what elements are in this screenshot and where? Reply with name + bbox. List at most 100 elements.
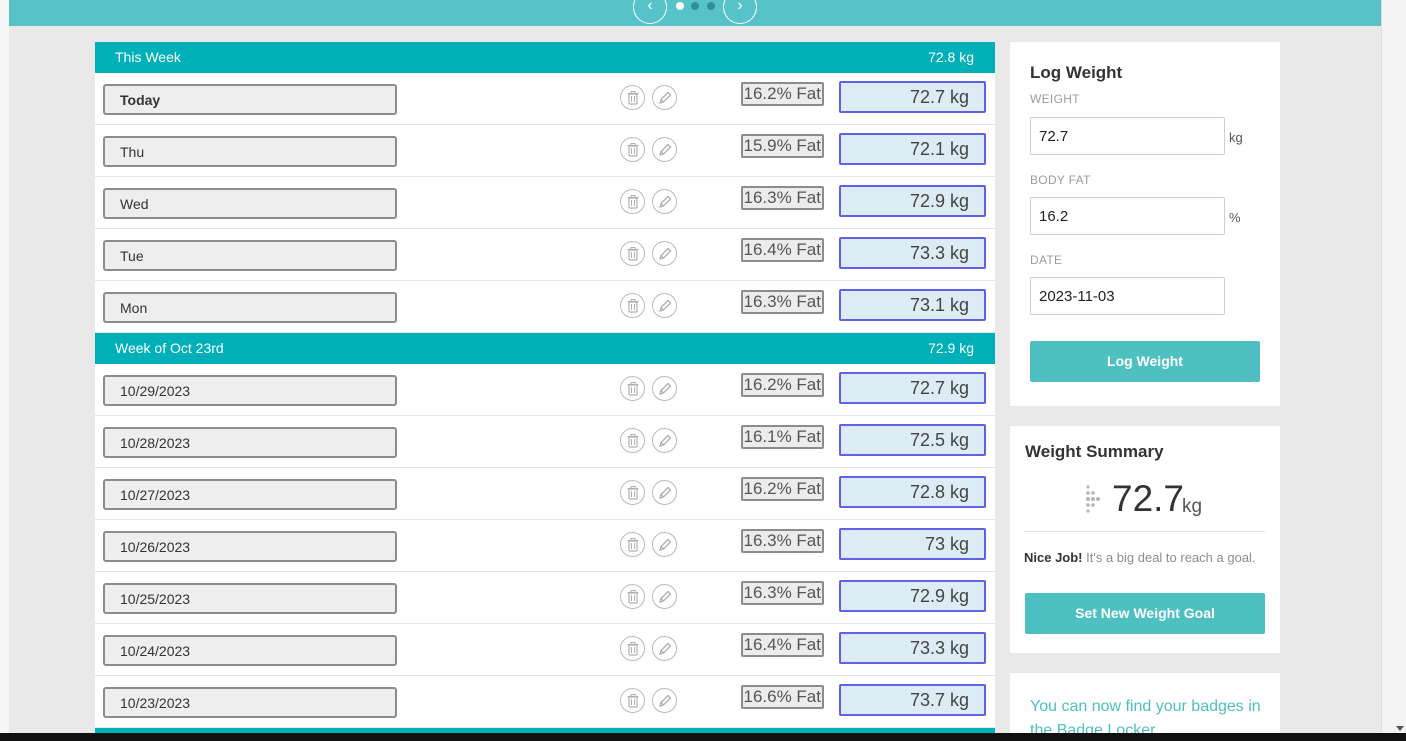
weight-entry-row: Mon 16.3% Fat 73.1 kg: [95, 281, 995, 333]
delete-entry-button[interactable]: [620, 428, 645, 453]
weight-entry-row: 10/24/2023 16.4% Fat 73.3 kg: [95, 624, 995, 676]
entry-date[interactable]: 10/24/2023: [103, 635, 397, 666]
weight-log-list: This Week 72.8 kg Today 16.2% Fat 72.7 kg Thu…: [95, 42, 995, 741]
delete-entry-button[interactable]: [620, 241, 645, 266]
entry-weight[interactable]: 72.7 kg: [839, 372, 986, 404]
edit-entry-button[interactable]: [652, 428, 677, 453]
weight-entry-row: 10/27/2023 16.2% Fat 72.8 kg: [95, 468, 995, 520]
entry-body-fat: 16.1% Fat: [740, 425, 824, 449]
entry-date[interactable]: Today: [103, 84, 397, 115]
entry-weight[interactable]: 73 kg: [839, 528, 986, 560]
edit-entry-button[interactable]: [652, 688, 677, 713]
carousel-dot[interactable]: [691, 2, 699, 10]
delete-entry-button[interactable]: [620, 293, 645, 318]
summary-divider: [1024, 531, 1265, 532]
badge-locker-panel: You can now find your badges in the Badg…: [1010, 673, 1280, 741]
chevron-right-icon: ›: [737, 0, 743, 14]
delete-entry-button[interactable]: [620, 376, 645, 401]
entry-date[interactable]: 10/29/2023: [103, 375, 397, 406]
entry-weight[interactable]: 73.1 kg: [839, 289, 986, 321]
entry-weight[interactable]: 73.3 kg: [839, 237, 986, 269]
weight-summary-panel: Weight Summary 72.7 kg Nice Job! It's a …: [1010, 426, 1280, 653]
entry-body-fat: 16.3% Fat: [740, 186, 824, 210]
weight-entry-row: 10/25/2023 16.3% Fat 72.9 kg: [95, 572, 995, 624]
delete-entry-button[interactable]: [620, 688, 645, 713]
entry-body-fat: 16.4% Fat: [740, 633, 824, 657]
entry-weight[interactable]: 72.9 kg: [839, 580, 986, 612]
window-left-edge: [0, 0, 9, 741]
entry-weight[interactable]: 73.7 kg: [839, 684, 986, 716]
weight-summary-title: Weight Summary: [1025, 442, 1164, 461]
summary-message: Nice Job! It's a big deal to reach a goa…: [1024, 550, 1256, 565]
weight-entry-row: 10/28/2023 16.1% Fat 72.5 kg: [95, 416, 995, 468]
edit-entry-button[interactable]: [652, 137, 677, 162]
week-average: 72.8 kg: [928, 49, 974, 65]
carousel-dot[interactable]: [707, 2, 715, 10]
weight-entry-row: 10/23/2023 16.6% Fat 73.7 kg: [95, 676, 995, 728]
edit-entry-button[interactable]: [652, 376, 677, 401]
delete-entry-button[interactable]: [620, 480, 645, 505]
entry-date[interactable]: Tue: [103, 240, 397, 271]
entry-body-fat: 16.2% Fat: [740, 82, 824, 106]
log-weight-button[interactable]: Log Weight: [1030, 341, 1260, 382]
delete-entry-button[interactable]: [620, 137, 645, 162]
edit-entry-button[interactable]: [652, 480, 677, 505]
delete-entry-button[interactable]: [620, 584, 645, 609]
set-weight-goal-button[interactable]: Set New Weight Goal: [1025, 593, 1265, 634]
weight-entry-row: 10/29/2023 16.2% Fat 72.7 kg: [95, 364, 995, 416]
weight-entry-row: Tue 16.4% Fat 73.3 kg: [95, 229, 995, 281]
log-weight-panel: Log Weight WEIGHT 72.7 kg BODY FAT 16.2 …: [1010, 42, 1280, 406]
entry-weight[interactable]: 72.9 kg: [839, 185, 986, 217]
entry-body-fat: 16.3% Fat: [740, 290, 824, 314]
edit-entry-button[interactable]: [652, 189, 677, 214]
delete-entry-button[interactable]: [620, 532, 645, 557]
entry-weight[interactable]: 72.7 kg: [839, 81, 986, 113]
week-average: 72.9 kg: [928, 340, 974, 356]
weight-entry-row: Today 16.2% Fat 72.7 kg: [95, 73, 995, 125]
entry-date[interactable]: 10/23/2023: [103, 687, 397, 718]
edit-entry-button[interactable]: [652, 85, 677, 110]
summary-weight-value: 72.7: [1112, 478, 1185, 519]
delete-entry-button[interactable]: [620, 189, 645, 214]
body-fat-label: BODY FAT: [1030, 173, 1091, 187]
edit-entry-button[interactable]: [652, 241, 677, 266]
entry-body-fat: 16.3% Fat: [740, 581, 824, 605]
entry-body-fat: 16.2% Fat: [740, 477, 824, 501]
carousel-dot-active[interactable]: [676, 2, 684, 10]
weight-entry-row: 10/26/2023 16.3% Fat 73 kg: [95, 520, 995, 572]
entry-body-fat: 16.3% Fat: [740, 529, 824, 553]
week-title: This Week: [115, 49, 181, 65]
entry-body-fat: 16.2% Fat: [740, 373, 824, 397]
date-label: DATE: [1030, 253, 1063, 267]
summary-message-text: It's a big deal to reach a goal.: [1082, 550, 1256, 565]
weight-input[interactable]: 72.7: [1030, 117, 1225, 155]
entry-date[interactable]: 10/28/2023: [103, 427, 397, 458]
scrollbar[interactable]: [1381, 0, 1406, 741]
entry-weight[interactable]: 72.1 kg: [839, 133, 986, 165]
window-bottom-edge: [0, 733, 1406, 741]
delete-entry-button[interactable]: [620, 85, 645, 110]
scroll-down-arrow-icon[interactable]: [1396, 726, 1404, 731]
edit-entry-button[interactable]: [652, 293, 677, 318]
entry-weight[interactable]: 72.5 kg: [839, 424, 986, 456]
carousel-next-button[interactable]: ›: [723, 0, 757, 24]
entry-weight[interactable]: 73.3 kg: [839, 632, 986, 664]
entry-weight[interactable]: 72.8 kg: [839, 476, 986, 508]
entry-date[interactable]: 10/25/2023: [103, 583, 397, 614]
entry-date[interactable]: Mon: [103, 292, 397, 323]
weight-entry-row: Wed 16.3% Fat 72.9 kg: [95, 177, 995, 229]
edit-entry-button[interactable]: [652, 532, 677, 557]
delete-entry-button[interactable]: [620, 636, 645, 661]
date-input[interactable]: 2023-11-03: [1030, 277, 1225, 315]
entry-date[interactable]: 10/26/2023: [103, 531, 397, 562]
entry-date[interactable]: Thu: [103, 136, 397, 167]
edit-entry-button[interactable]: [652, 584, 677, 609]
entry-date[interactable]: Wed: [103, 188, 397, 219]
entry-body-fat: 16.6% Fat: [740, 685, 824, 709]
entry-date[interactable]: 10/27/2023: [103, 479, 397, 510]
carousel-prev-button[interactable]: ‹: [633, 0, 667, 24]
edit-entry-button[interactable]: [652, 636, 677, 661]
summary-weight-unit: kg: [1182, 496, 1203, 517]
body-fat-input[interactable]: 16.2: [1030, 197, 1225, 235]
weight-label: WEIGHT: [1030, 92, 1080, 106]
